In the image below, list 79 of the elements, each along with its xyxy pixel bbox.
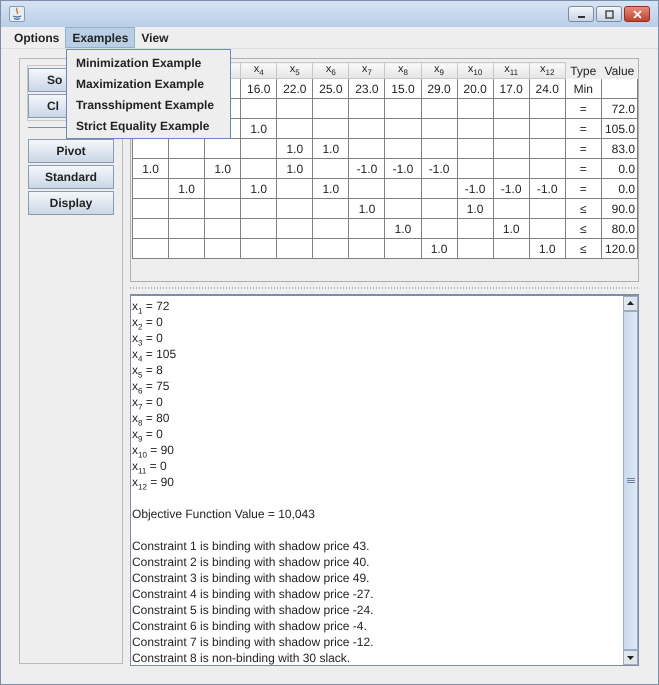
output-line: Constraint 2 is binding with shadow price 40. — [132, 554, 370, 570]
table-cell: 0.0 — [618, 182, 635, 196]
table-cell: 1.0 — [466, 202, 484, 216]
table-cell: = — [580, 102, 587, 116]
table-cell: -1.0 — [428, 162, 450, 176]
table-cell: ≤ — [580, 242, 587, 256]
column-header: x$_{12}$ — [540, 63, 554, 76]
table-cell: -1.0 — [356, 162, 378, 176]
table-cell: -1.0 — [464, 182, 486, 196]
column-header: x$_{5}$ — [290, 63, 300, 76]
table-cell: = — [580, 182, 587, 196]
output-line: x$_{3}$ = 0 — [132, 330, 164, 346]
table-cell: 1.0 — [250, 122, 268, 136]
column-header: x$_{6}$ — [326, 63, 336, 76]
table-cell: 72.0 — [612, 102, 635, 116]
output-line: x$_{2}$ = 0 — [132, 314, 164, 330]
table-cell: = — [580, 162, 587, 176]
table-cell: 1.0 — [286, 142, 304, 156]
output-line: x$_{10}$ = 90 — [132, 442, 175, 458]
output-line: x$_{8}$ = 80 — [132, 410, 170, 426]
table-cell: 1.0 — [142, 162, 159, 176]
table-cell: 1.0 — [250, 182, 268, 196]
table-cell: 1.0 — [322, 182, 340, 196]
table-cell: 90.0 — [612, 202, 635, 216]
table-cell: 1.0 — [286, 162, 304, 176]
column-header: x$_{9}$ — [434, 63, 444, 76]
column-header: Value — [604, 64, 634, 78]
table-cell: Min — [574, 82, 593, 96]
output-line: Constraint 7 is binding with shadow price -12. — [132, 634, 374, 650]
table-cell: 1.0 — [322, 142, 340, 156]
table-cell: 15.0 — [391, 82, 415, 96]
table-cell: 120.0 — [604, 242, 635, 256]
table-cell: -1.0 — [536, 182, 558, 196]
table-cell: ≤ — [580, 202, 587, 216]
table-cell: 1.0 — [502, 222, 520, 236]
output-line: Objective Function Value = 10,043 — [132, 506, 316, 522]
table-cell: 25.0 — [319, 82, 343, 96]
column-header: x$_{11}$ — [504, 63, 518, 76]
table-cell: = — [580, 142, 587, 156]
output-line: x$_{4}$ = 105 — [132, 346, 178, 362]
output-line: x$_{12}$ = 90 — [132, 474, 175, 490]
table-cell: -1.0 — [392, 162, 414, 176]
output-line: Constraint 3 is binding with shadow price 49. — [132, 570, 370, 586]
output-line: Constraint 1 is binding with shadow price 43. — [132, 538, 370, 554]
table-cell: 1.0 — [538, 242, 556, 256]
table-cell: 1.0 — [178, 182, 195, 196]
table-cell: 24.0 — [536, 82, 559, 96]
table-cell: = — [580, 122, 587, 136]
table-cell: 1.0 — [214, 162, 231, 176]
column-header: Type — [570, 64, 596, 78]
output-line: x$_{6}$ = 75 — [132, 378, 170, 394]
output-line: Constraint 8 is non-binding with 30 slack. — [132, 650, 352, 666]
table-cell: 1.0 — [430, 242, 448, 256]
output-line: x$_{11}$ = 0 — [132, 458, 168, 474]
table-cell: 23.0 — [355, 82, 379, 96]
column-header: x$_{10}$ — [468, 63, 482, 76]
table-cell: 20.0 — [463, 82, 487, 96]
output-line: Constraint 4 is binding with shadow price -27. — [132, 586, 374, 602]
column-header: x$_{4}$ — [254, 63, 264, 76]
table-cell: 1.0 — [358, 202, 376, 216]
output-line: x$_{9}$ = 0 — [132, 426, 164, 442]
table-cell: 105.0 — [604, 122, 635, 136]
table-cell: 0.0 — [618, 162, 635, 176]
table-cell: 80.0 — [612, 222, 635, 236]
output-line: Constraint 6 is binding with shadow price -4. — [132, 618, 368, 634]
table-cell: 22.0 — [283, 82, 306, 96]
output-line: x$_{5}$ = 8 — [132, 362, 164, 378]
output-line: Constraint 5 is binding with shadow price -24. — [132, 602, 374, 618]
table-cell: -1.0 — [500, 182, 522, 196]
table-cell: 1.0 — [394, 222, 412, 236]
table-cell: ≤ — [580, 222, 587, 236]
column-header: x$_{8}$ — [398, 63, 408, 76]
output-line: x$_{7}$ = 0 — [132, 394, 164, 410]
column-header: x$_{7}$ — [362, 63, 372, 76]
table-cell: 83.0 — [612, 142, 635, 156]
table-cell: 16.0 — [247, 82, 270, 96]
table-cell: 29.0 — [427, 82, 451, 96]
table-cell: 17.0 — [499, 82, 523, 96]
output-line: x$_{1}$ = 72 — [132, 298, 170, 314]
